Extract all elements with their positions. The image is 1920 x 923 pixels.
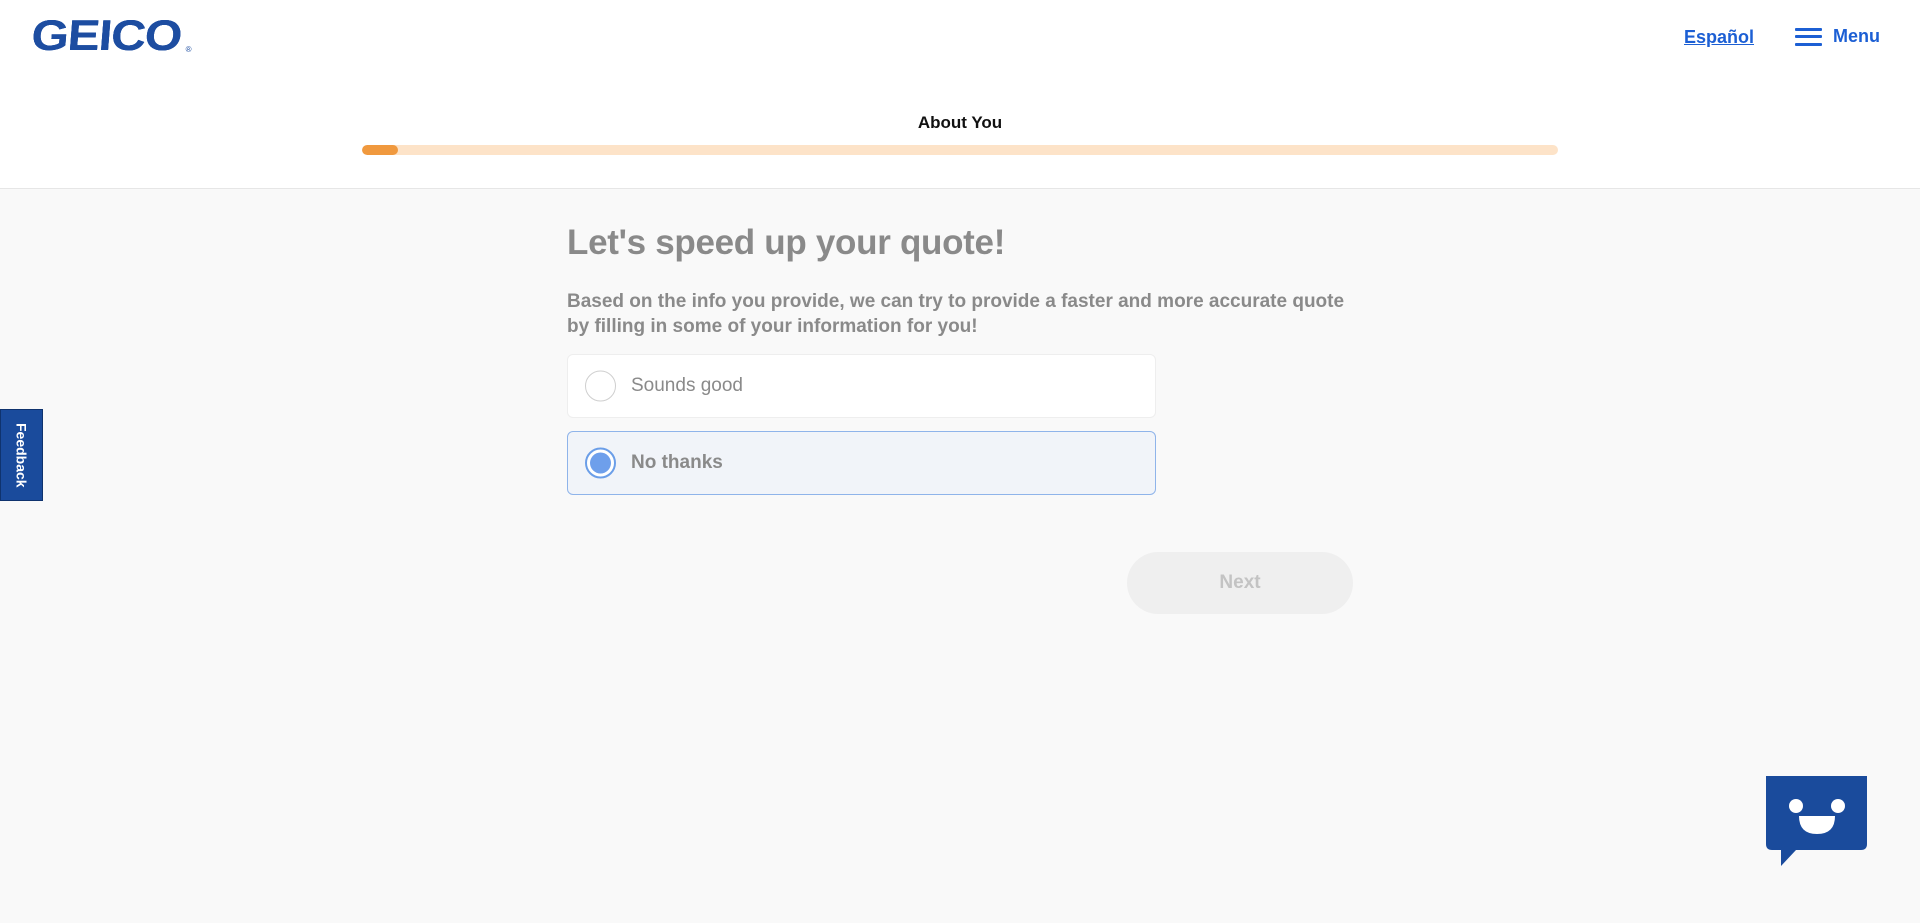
menu-label: Menu — [1833, 26, 1880, 46]
option-label: No thanks — [631, 452, 723, 473]
chat-bot-icon[interactable] — [1764, 776, 1871, 868]
language-link[interactable]: Español — [1684, 27, 1754, 48]
step-title: About You — [917, 113, 1003, 132]
page-title: Let's speed up your quote! — [567, 223, 1006, 262]
radio-button[interactable] — [585, 370, 616, 402]
option-sounds-good[interactable]: Sounds good — [567, 354, 1156, 418]
logo-registered-mark: ® — [185, 45, 192, 54]
menu-button[interactable]: Menu — [1795, 26, 1880, 47]
radio-button-selected[interactable] — [585, 447, 616, 479]
progress-fill — [362, 145, 398, 155]
geico-logo[interactable]: GEICO ® — [29, 12, 192, 60]
feedback-tab[interactable]: Feedback — [0, 409, 43, 501]
page-description: Based on the info you provide, we can tr… — [567, 291, 1345, 337]
logo-text: GEICO — [29, 12, 184, 60]
feedback-label: Feedback — [13, 422, 30, 488]
option-label: Sounds good — [631, 375, 743, 396]
option-no-thanks[interactable]: No thanks — [567, 431, 1156, 495]
next-button[interactable]: Next — [1127, 552, 1353, 614]
hamburger-icon — [1795, 27, 1822, 46]
progress-bar — [362, 145, 1558, 155]
chat-bubble-icon — [1766, 776, 1867, 866]
site-header: GEICO ® Español Menu About You — [0, 0, 1920, 189]
